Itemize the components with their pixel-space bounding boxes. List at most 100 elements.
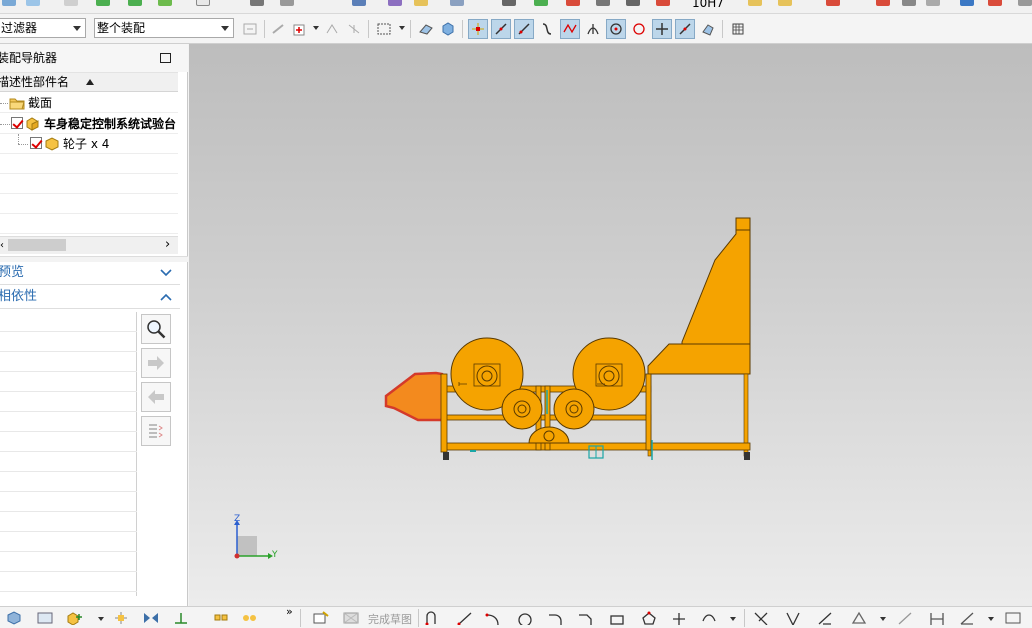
tree-item-wheel[interactable]: 轮子 x 4 bbox=[0, 134, 178, 154]
cube-icon[interactable] bbox=[438, 19, 458, 39]
offset-icon[interactable] bbox=[700, 610, 718, 626]
assembly-icon[interactable] bbox=[6, 610, 24, 626]
check-icon[interactable] bbox=[96, 0, 110, 6]
display-icon[interactable] bbox=[1004, 610, 1022, 626]
tool-icon[interactable] bbox=[902, 0, 916, 6]
tool-icon[interactable] bbox=[566, 0, 580, 6]
scroll-left-icon[interactable]: ‹ bbox=[0, 240, 4, 251]
assembly-icon[interactable] bbox=[778, 0, 792, 6]
more-icon[interactable]: » bbox=[286, 605, 293, 618]
dimension-icon[interactable] bbox=[896, 610, 914, 626]
tree-item-assembly[interactable]: 车身稳定控制系统试验台 bbox=[0, 114, 178, 134]
check-icon[interactable] bbox=[128, 0, 142, 6]
rectangle-icon[interactable] bbox=[608, 610, 626, 626]
tool-icon[interactable] bbox=[988, 0, 1002, 6]
snap-face-icon[interactable] bbox=[698, 19, 718, 39]
type-filter-select[interactable]: 过滤器 bbox=[0, 18, 86, 38]
dimension-icon[interactable] bbox=[656, 0, 670, 6]
file-icon[interactable] bbox=[2, 0, 16, 6]
eraser-icon[interactable] bbox=[416, 19, 436, 39]
preview-section-header[interactable]: 预览 bbox=[0, 261, 180, 285]
tool-icon[interactable] bbox=[1018, 0, 1032, 6]
snap-intersection-icon[interactable] bbox=[583, 19, 603, 39]
tool-icon[interactable] bbox=[322, 19, 342, 39]
move-component-icon[interactable] bbox=[112, 610, 130, 626]
corner-icon[interactable] bbox=[816, 610, 834, 626]
maximize-icon[interactable] bbox=[160, 53, 171, 63]
next-button[interactable] bbox=[141, 348, 171, 378]
select-add-icon[interactable] bbox=[290, 19, 310, 39]
tool-icon[interactable] bbox=[960, 0, 974, 6]
check-icon[interactable] bbox=[158, 0, 172, 6]
constraint-icon[interactable] bbox=[172, 610, 190, 626]
tool-icon[interactable] bbox=[876, 0, 890, 6]
rapid-dimension-icon[interactable] bbox=[928, 610, 946, 626]
part-icon[interactable] bbox=[414, 0, 428, 6]
snap-on-curve-icon[interactable] bbox=[675, 19, 695, 39]
list-button[interactable] bbox=[141, 416, 171, 446]
grid-icon[interactable] bbox=[728, 19, 748, 39]
snap-curve-icon[interactable] bbox=[537, 19, 557, 39]
snap-midpoint-icon[interactable] bbox=[514, 19, 534, 39]
tool-icon[interactable] bbox=[596, 0, 610, 6]
sketch-icon[interactable] bbox=[312, 610, 330, 626]
sketch-icon[interactable] bbox=[502, 0, 516, 6]
constraint-icon[interactable] bbox=[850, 610, 868, 626]
display-icon[interactable] bbox=[196, 0, 210, 6]
extend-icon[interactable] bbox=[784, 610, 802, 626]
tool-icon[interactable] bbox=[926, 0, 940, 6]
tool-icon[interactable] bbox=[388, 0, 402, 6]
dependency-section-header[interactable]: 相依性 bbox=[0, 285, 180, 309]
assembly-scope-select[interactable]: 整个装配 bbox=[94, 18, 234, 38]
explode-icon[interactable] bbox=[240, 610, 258, 626]
scrollbar-thumb[interactable] bbox=[8, 239, 66, 251]
find-button[interactable] bbox=[141, 314, 171, 344]
snap-center-icon[interactable] bbox=[606, 19, 626, 39]
layer-icon[interactable] bbox=[352, 0, 366, 6]
box-select-icon[interactable] bbox=[374, 19, 394, 39]
chevron-down-icon[interactable] bbox=[313, 26, 319, 30]
tolerance-label[interactable]: 10Η7 bbox=[692, 0, 724, 10]
tree-item-section[interactable]: 截面 bbox=[0, 93, 178, 113]
tool-icon[interactable] bbox=[280, 0, 294, 6]
point-icon[interactable] bbox=[670, 610, 688, 626]
column-header[interactable]: 描述性部件名 bbox=[0, 72, 178, 92]
chevron-down-icon[interactable] bbox=[988, 617, 994, 621]
checkbox-checked-icon[interactable] bbox=[30, 137, 42, 149]
scroll-right-icon[interactable]: › bbox=[165, 237, 170, 252]
snap-point-icon[interactable] bbox=[652, 19, 672, 39]
tool-icon[interactable] bbox=[344, 19, 364, 39]
add-component-icon[interactable] bbox=[66, 610, 84, 626]
polygon-icon[interactable] bbox=[640, 610, 658, 626]
chevron-down-icon[interactable] bbox=[98, 617, 104, 621]
fillet-icon[interactable] bbox=[546, 610, 564, 626]
chamfer-icon[interactable] bbox=[576, 610, 594, 626]
assembly-icon[interactable] bbox=[748, 0, 762, 6]
angular-dimension-icon[interactable] bbox=[958, 610, 976, 626]
drawing-icon[interactable] bbox=[626, 0, 640, 6]
checkbox-checked-icon[interactable] bbox=[11, 117, 23, 129]
snap-quadrant-icon[interactable] bbox=[629, 19, 649, 39]
tool-icon[interactable] bbox=[534, 0, 548, 6]
chevron-down-icon[interactable] bbox=[399, 26, 405, 30]
finish-sketch-label[interactable]: 完成草图 bbox=[368, 611, 412, 627]
tool-icon[interactable] bbox=[250, 0, 264, 6]
tool-icon[interactable] bbox=[826, 0, 840, 6]
snap-line-icon[interactable] bbox=[491, 19, 511, 39]
tool-icon[interactable] bbox=[450, 0, 464, 6]
sort-asc-icon[interactable] bbox=[86, 79, 94, 85]
finish-sketch-icon[interactable] bbox=[342, 610, 360, 626]
mirror-icon[interactable] bbox=[142, 610, 160, 626]
snap-endpoint-icon[interactable] bbox=[468, 19, 488, 39]
window-icon[interactable] bbox=[26, 0, 40, 6]
snap-control-icon[interactable] bbox=[560, 19, 580, 39]
assembly-model[interactable] bbox=[189, 44, 1032, 606]
arc-icon[interactable] bbox=[484, 610, 502, 626]
snap-icon[interactable] bbox=[268, 19, 288, 39]
filter-icon[interactable] bbox=[240, 19, 260, 39]
chevron-down-icon[interactable] bbox=[160, 269, 172, 277]
chevron-up-icon[interactable] bbox=[160, 293, 172, 301]
view-icon[interactable] bbox=[36, 610, 54, 626]
line-icon[interactable] bbox=[456, 610, 474, 626]
profile-icon[interactable] bbox=[424, 610, 442, 626]
